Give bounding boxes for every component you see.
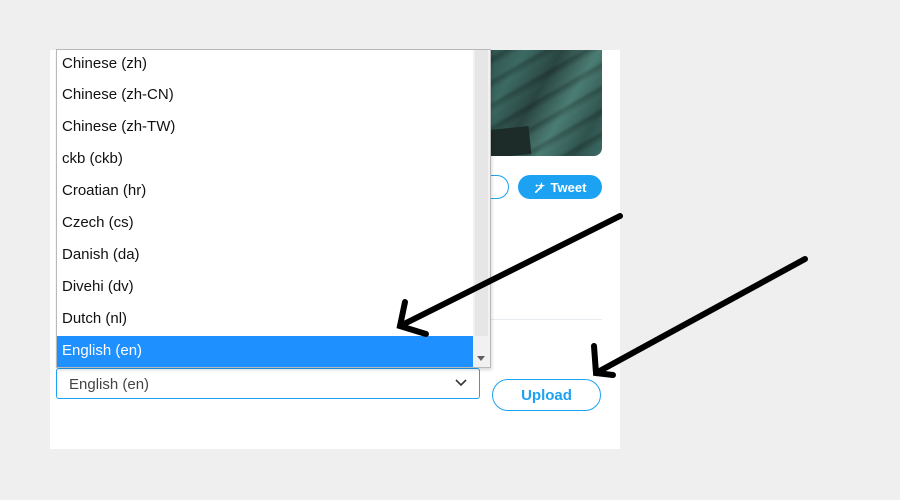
dropdown-option[interactable]: Danish (da) — [57, 240, 475, 272]
language-select-value: English (en) — [69, 376, 150, 393]
dropdown-option[interactable]: Czech (cs) — [57, 208, 475, 240]
dropdown-option[interactable]: Chinese (zh-CN) — [57, 80, 475, 112]
tweet-button[interactable]: Tweet — [518, 175, 602, 199]
media-shadow — [488, 125, 532, 156]
dropdown-option[interactable]: Divehi (dv) — [57, 272, 475, 304]
dropdown-option[interactable]: Chinese (zh-TW) — [57, 112, 475, 144]
media-thumbnail[interactable] — [480, 50, 602, 156]
scroll-down-arrow-icon[interactable] — [477, 356, 485, 361]
language-dropdown-list[interactable]: Chinese (zh) Chinese (zh-CN) Chinese (zh… — [56, 49, 491, 368]
sparkle-icon — [534, 181, 545, 193]
dropdown-option[interactable]: Dutch (nl) — [57, 304, 475, 336]
dropdown-option-selected[interactable]: English (en) — [57, 336, 475, 367]
dropdown-options: Chinese (zh) Chinese (zh-CN) Chinese (zh… — [57, 50, 475, 367]
upload-button[interactable]: Upload — [492, 379, 601, 411]
dropdown-scrollbar[interactable] — [473, 50, 490, 367]
scrollbar-thumb[interactable] — [475, 50, 488, 336]
dropdown-option[interactable]: Chinese (zh) — [57, 50, 475, 80]
language-select[interactable]: English (en) — [56, 368, 480, 399]
section-divider — [490, 319, 602, 320]
dropdown-option[interactable]: ckb (ckb) — [57, 144, 475, 176]
annotation-arrow-to-upload — [591, 256, 808, 378]
dropdown-option[interactable]: Croatian (hr) — [57, 176, 475, 208]
upload-button-label: Upload — [521, 386, 572, 404]
chevron-down-icon — [455, 379, 467, 387]
tweet-button-label: Tweet — [550, 179, 587, 195]
